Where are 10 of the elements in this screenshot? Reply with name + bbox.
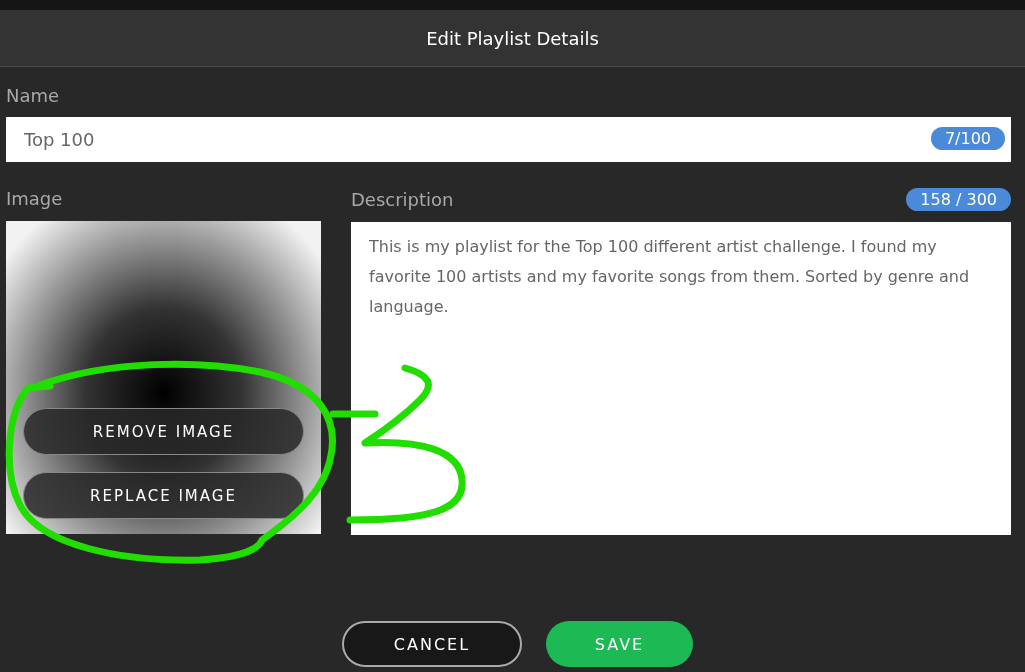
image-action-button[interactable]: REMOVE IMAGE xyxy=(23,408,304,455)
name-label: Name xyxy=(6,85,61,106)
character-count: 158 / 300 xyxy=(906,187,1011,211)
description-field[interactable]: This is my playlist for the Top 100 different artist challenge. I found my favorite 100 artists and my favorite songs from them. Sorted by genre and language. xyxy=(351,222,1011,535)
image-label: Image xyxy=(6,188,64,209)
cancel-button[interactable]: CANCEL xyxy=(342,621,522,667)
character-count: 7/100 xyxy=(930,127,1005,150)
image-action-button[interactable]: REPLACE IMAGE xyxy=(23,472,304,519)
dialog-title: Edit Playlist Details xyxy=(426,27,599,49)
description-label: Description xyxy=(351,188,454,210)
